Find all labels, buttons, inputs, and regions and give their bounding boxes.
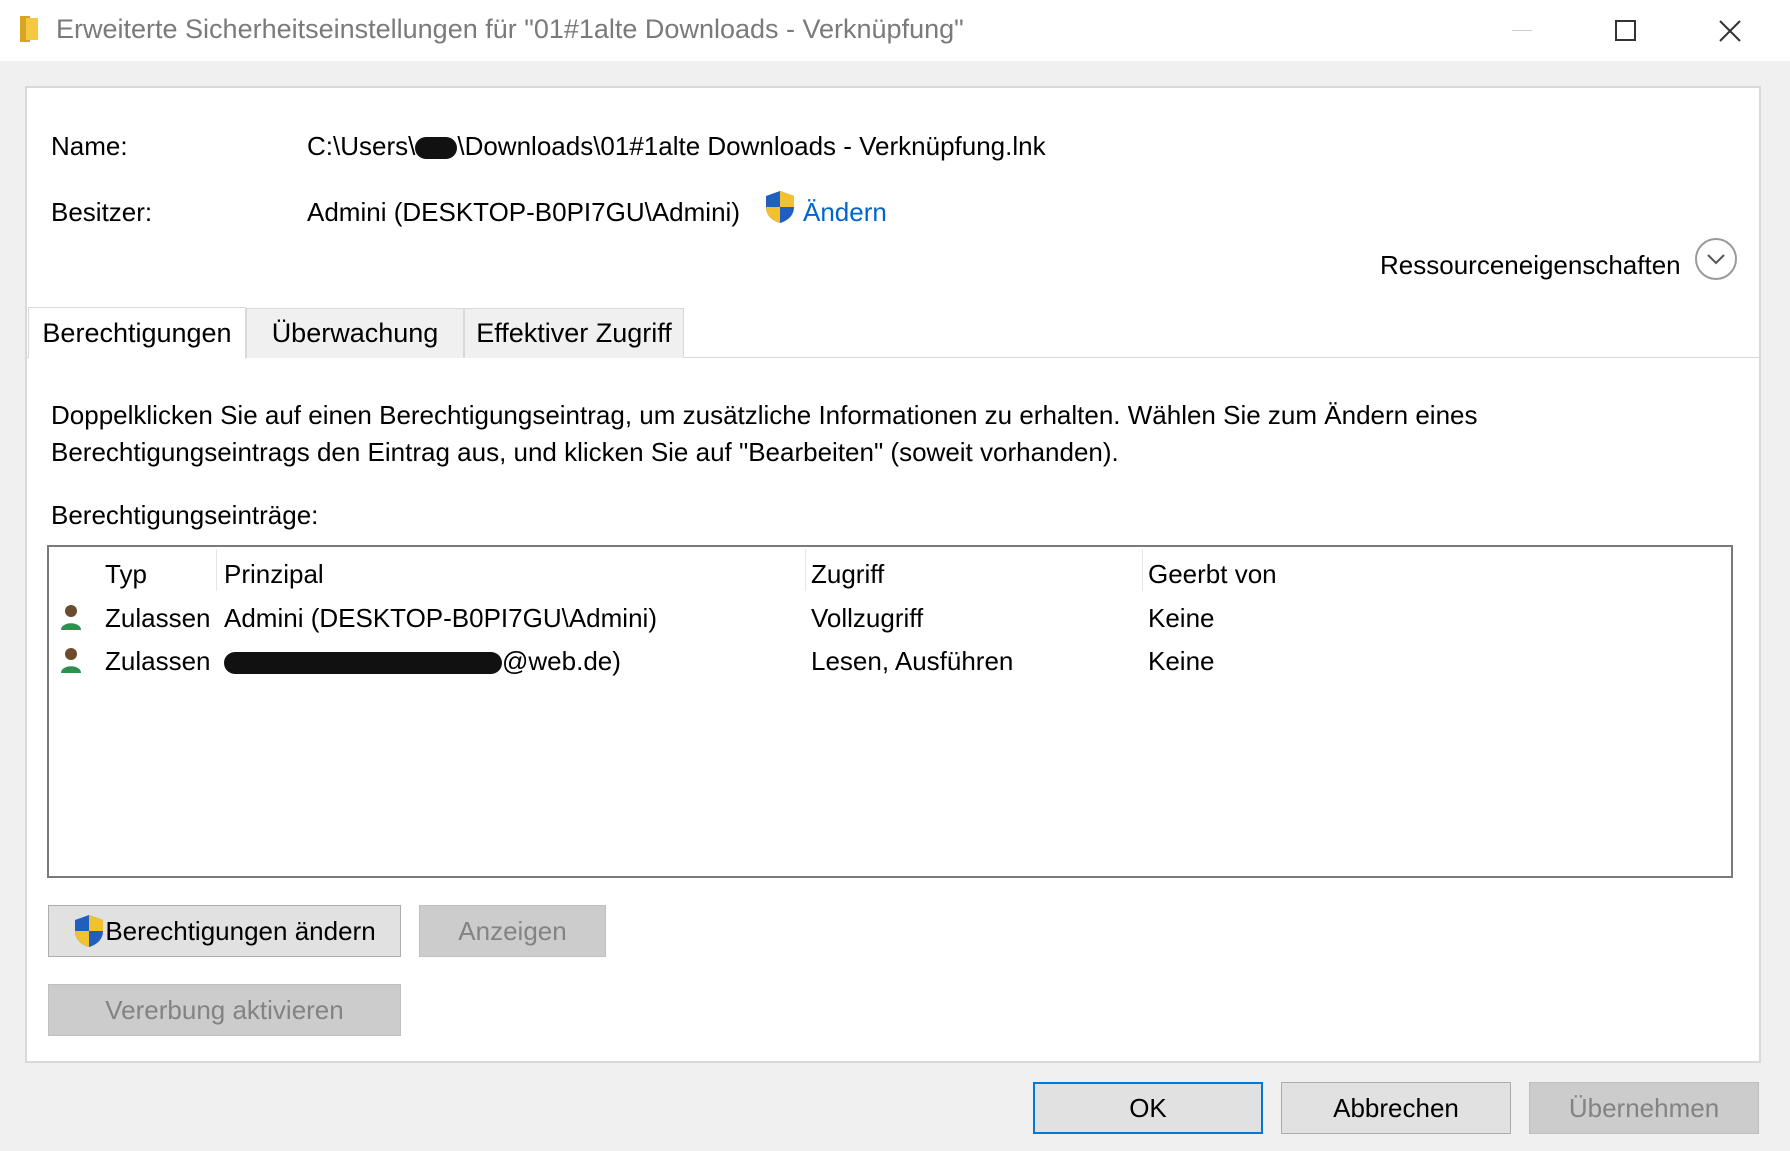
owner-label: Besitzer: bbox=[51, 197, 153, 227]
change-permissions-label: Berechtigungen ändern bbox=[105, 915, 376, 946]
tab-auditing[interactable]: Überwachung bbox=[246, 308, 464, 358]
uac-shield-icon bbox=[766, 191, 794, 223]
window-title: Erweiterte Sicherheitseinstellungen für … bbox=[56, 14, 964, 44]
column-separator bbox=[805, 549, 806, 591]
name-label: Name: bbox=[51, 131, 128, 161]
owner-value: Admini (DESKTOP-B0PI7GU\Admini) bbox=[307, 197, 740, 227]
close-icon bbox=[1719, 19, 1741, 42]
row1-principal[interactable]: Admini (DESKTOP-B0PI7GU\Admini) bbox=[224, 603, 657, 634]
name-value-prefix: C:\Users\ bbox=[307, 131, 416, 161]
permission-entries-list[interactable]: Typ Prinzipal Zugriff Geerbt von Zulasse… bbox=[47, 545, 1733, 878]
user-icon bbox=[61, 648, 81, 673]
column-header-inherited[interactable]: Geerbt von bbox=[1148, 559, 1277, 590]
row2-type[interactable]: Zulassen bbox=[105, 646, 211, 677]
description-line2: Berechtigungseintrags den Eintrag aus, u… bbox=[51, 437, 1119, 467]
tab-permissions[interactable]: Berechtigungen bbox=[28, 307, 246, 359]
folder-icon bbox=[20, 16, 38, 42]
row1-access[interactable]: Vollzugriff bbox=[811, 603, 923, 634]
name-value: C:\Users\ \Downloads\01#1alte Downloads -… bbox=[307, 131, 1046, 162]
name-value-suffix: \Downloads\01#1alte Downloads - Verknüpf… bbox=[457, 131, 1046, 161]
change-permissions-button[interactable]: Berechtigungen ändern bbox=[48, 905, 401, 957]
chevron-down-icon bbox=[1707, 254, 1725, 265]
title-bar: Erweiterte Sicherheitseinstellungen für … bbox=[0, 0, 1790, 61]
resource-properties-expand[interactable] bbox=[1695, 238, 1737, 280]
maximize-icon bbox=[1615, 19, 1636, 41]
minimize-icon bbox=[1512, 29, 1532, 31]
column-header-principal[interactable]: Prinzipal bbox=[224, 559, 324, 590]
column-separator bbox=[1142, 549, 1143, 591]
row2-access[interactable]: Lesen, Ausführen bbox=[811, 646, 1013, 677]
column-separator bbox=[216, 549, 217, 591]
user-icon bbox=[61, 605, 81, 630]
redacted-username bbox=[415, 137, 458, 160]
maximize-button[interactable] bbox=[1574, 0, 1678, 61]
apply-button[interactable]: Übernehmen bbox=[1529, 1082, 1759, 1134]
minimize-button[interactable] bbox=[1470, 0, 1574, 61]
column-header-access[interactable]: Zugriff bbox=[811, 559, 884, 590]
row2-inherited[interactable]: Keine bbox=[1148, 646, 1215, 677]
row2-principal[interactable]: @web.de) bbox=[224, 646, 621, 677]
enable-inheritance-button[interactable]: Vererbung aktivieren bbox=[48, 984, 401, 1036]
description-line1: Doppelklicken Sie auf einen Berechtigung… bbox=[51, 400, 1478, 430]
uac-shield-icon bbox=[75, 915, 104, 947]
redacted-principal bbox=[224, 652, 502, 675]
security-dialog: Erweiterte Sicherheitseinstellungen für … bbox=[0, 0, 1790, 1151]
resource-properties-label[interactable]: Ressourceneigenschaften bbox=[1380, 250, 1681, 281]
row1-type[interactable]: Zulassen bbox=[105, 603, 211, 634]
tab-effective-access[interactable]: Effektiver Zugriff bbox=[464, 308, 684, 358]
cancel-button[interactable]: Abbrechen bbox=[1281, 1082, 1511, 1134]
row1-inherited[interactable]: Keine bbox=[1148, 603, 1215, 634]
change-owner-link[interactable]: Ändern bbox=[803, 197, 887, 228]
column-header-type[interactable]: Typ bbox=[105, 559, 147, 590]
view-button[interactable]: Anzeigen bbox=[419, 905, 606, 957]
ok-button[interactable]: OK bbox=[1033, 1082, 1263, 1134]
close-button[interactable] bbox=[1678, 0, 1782, 61]
row2-principal-text: @web.de) bbox=[502, 646, 621, 676]
entries-label: Berechtigungseinträge: bbox=[51, 500, 319, 530]
